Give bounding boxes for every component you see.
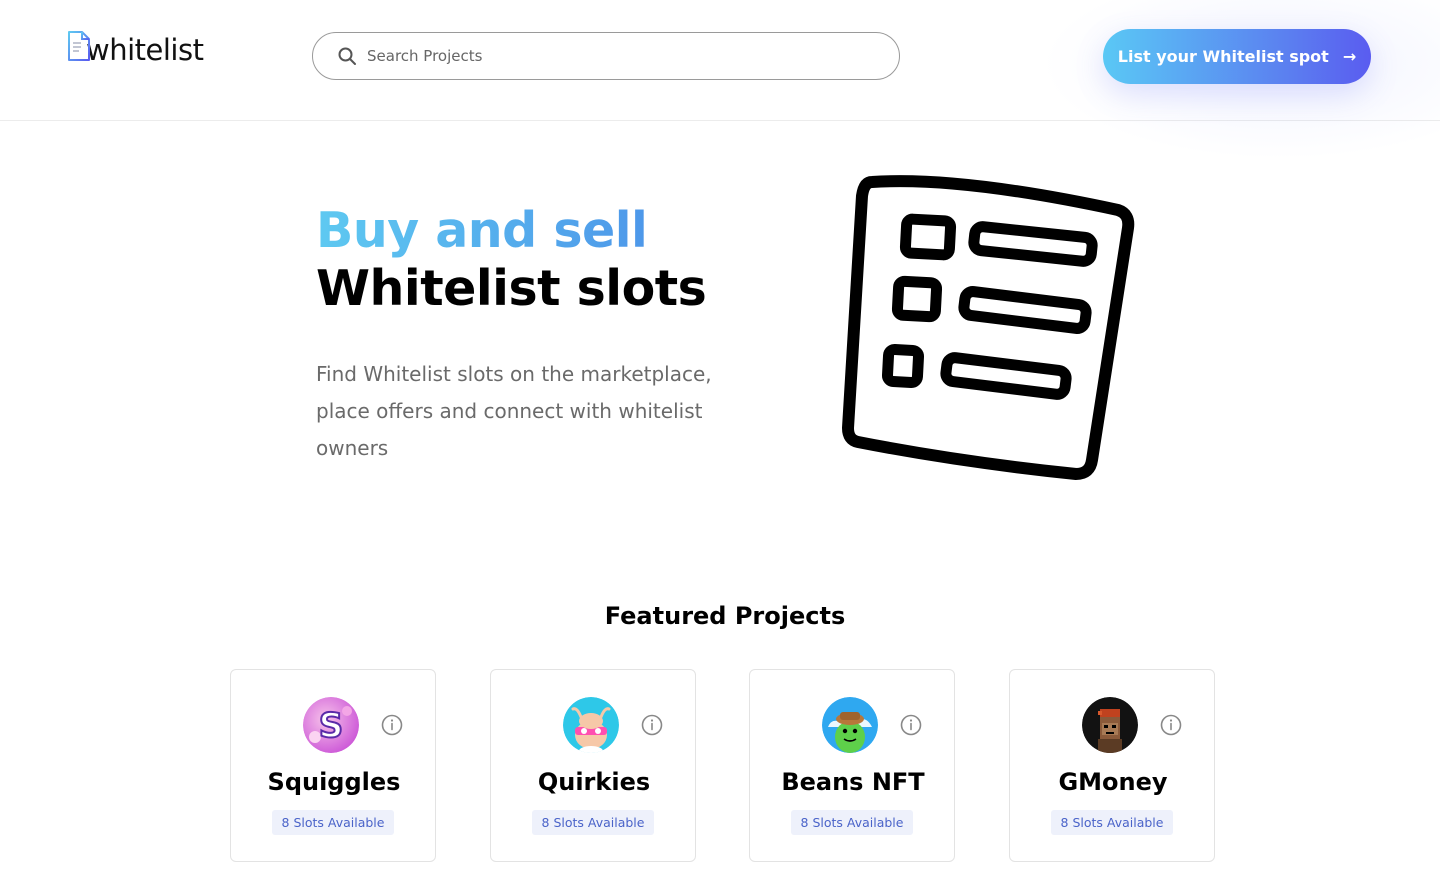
project-name: GMoney — [1058, 768, 1168, 796]
document-logo-icon — [68, 31, 90, 61]
info-icon[interactable] — [641, 714, 663, 736]
site-header: whitelist List your Whitelist spot → — [0, 0, 1440, 160]
squiggles-avatar: S — [303, 697, 359, 753]
slots-badge: 8 Slots Available — [1051, 810, 1173, 835]
project-card-quirkies[interactable]: Quirkies 8 Slots Available — [490, 669, 696, 862]
info-icon[interactable] — [1160, 714, 1182, 736]
hero-title-line2: Whitelist slots — [316, 260, 707, 317]
hero-subtitle: Find Whitelist slots on the marketplace,… — [316, 362, 712, 460]
project-name: Quirkies — [537, 768, 651, 796]
project-card-beans-nft[interactable]: Beans NFT 8 Slots Available — [749, 669, 955, 862]
search-input[interactable] — [367, 47, 867, 65]
slots-badge: 8 Slots Available — [272, 810, 394, 835]
search-bar[interactable] — [312, 32, 900, 80]
project-name: Squiggles — [267, 768, 401, 796]
info-icon[interactable] — [900, 714, 922, 736]
list-whitelist-spot-button[interactable]: List your Whitelist spot → — [1103, 29, 1371, 84]
quirkies-avatar — [563, 697, 619, 753]
project-name: Beans NFT — [781, 768, 925, 796]
svg-text:S: S — [319, 706, 344, 746]
logo[interactable]: whitelist — [66, 30, 204, 70]
slots-badge: 8 Slots Available — [532, 810, 654, 835]
slots-badge: 8 Slots Available — [791, 810, 913, 835]
logo-text: whitelist — [86, 33, 204, 67]
whitelist-document-illustration — [842, 175, 1135, 480]
search-icon — [338, 47, 356, 65]
project-card-squiggles[interactable]: S Squiggles 8 Slots Available — [230, 669, 436, 862]
hero-title: Buy and sell Whitelist slots — [316, 202, 707, 318]
cta-label: List your Whitelist spot — [1117, 47, 1329, 66]
hero-title-line1: Buy and sell — [316, 202, 706, 260]
arrow-right-icon: → — [1342, 47, 1357, 66]
info-icon[interactable] — [381, 714, 403, 736]
gmoney-avatar — [1082, 697, 1138, 753]
project-card-gmoney[interactable]: GMoney 8 Slots Available — [1009, 669, 1215, 862]
featured-projects-title: Featured Projects — [604, 602, 846, 630]
beans-avatar — [822, 697, 878, 753]
